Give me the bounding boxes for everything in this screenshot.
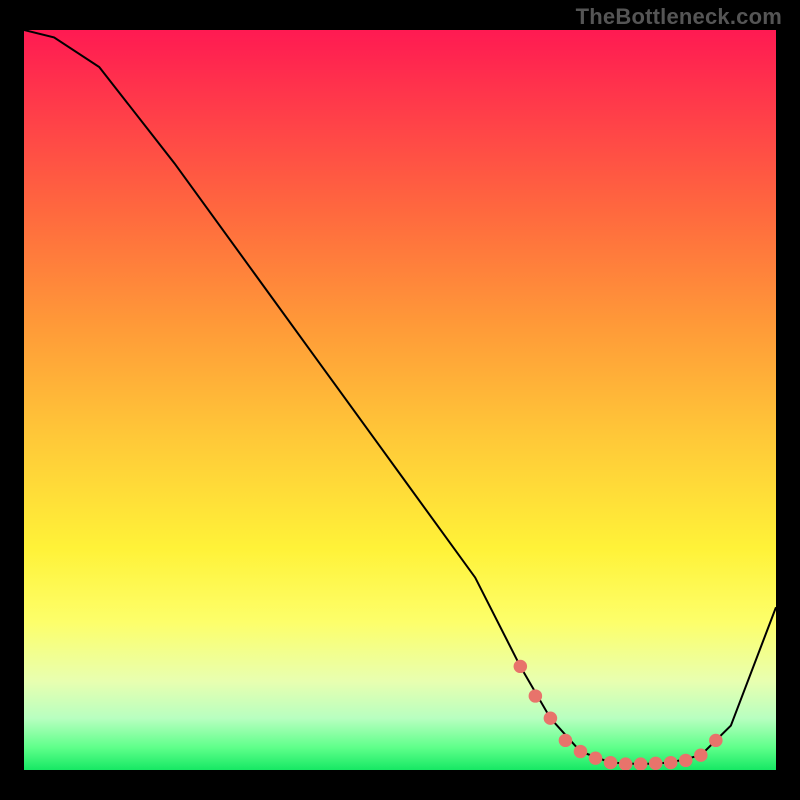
bottleneck-curve xyxy=(24,30,776,764)
marker-dot xyxy=(664,756,678,769)
marker-dot xyxy=(709,734,723,747)
marker-dot xyxy=(544,712,558,725)
plot-area xyxy=(24,30,776,770)
marker-dot xyxy=(574,745,588,758)
marker-dot xyxy=(694,749,708,762)
marker-dot xyxy=(649,757,663,770)
watermark-label: TheBottleneck.com xyxy=(576,4,782,30)
bottleneck-curve-path xyxy=(24,30,776,764)
marker-dot xyxy=(619,757,633,770)
marker-dot xyxy=(604,756,618,769)
marker-dot xyxy=(514,660,528,673)
curve-layer xyxy=(24,30,776,770)
marker-dot xyxy=(589,752,603,765)
marker-dot xyxy=(679,754,693,767)
optimal-zone-markers xyxy=(514,660,723,770)
marker-dot xyxy=(559,734,573,747)
marker-dot xyxy=(634,757,648,770)
marker-dot xyxy=(529,689,543,702)
chart-frame: TheBottleneck.com xyxy=(0,0,800,800)
